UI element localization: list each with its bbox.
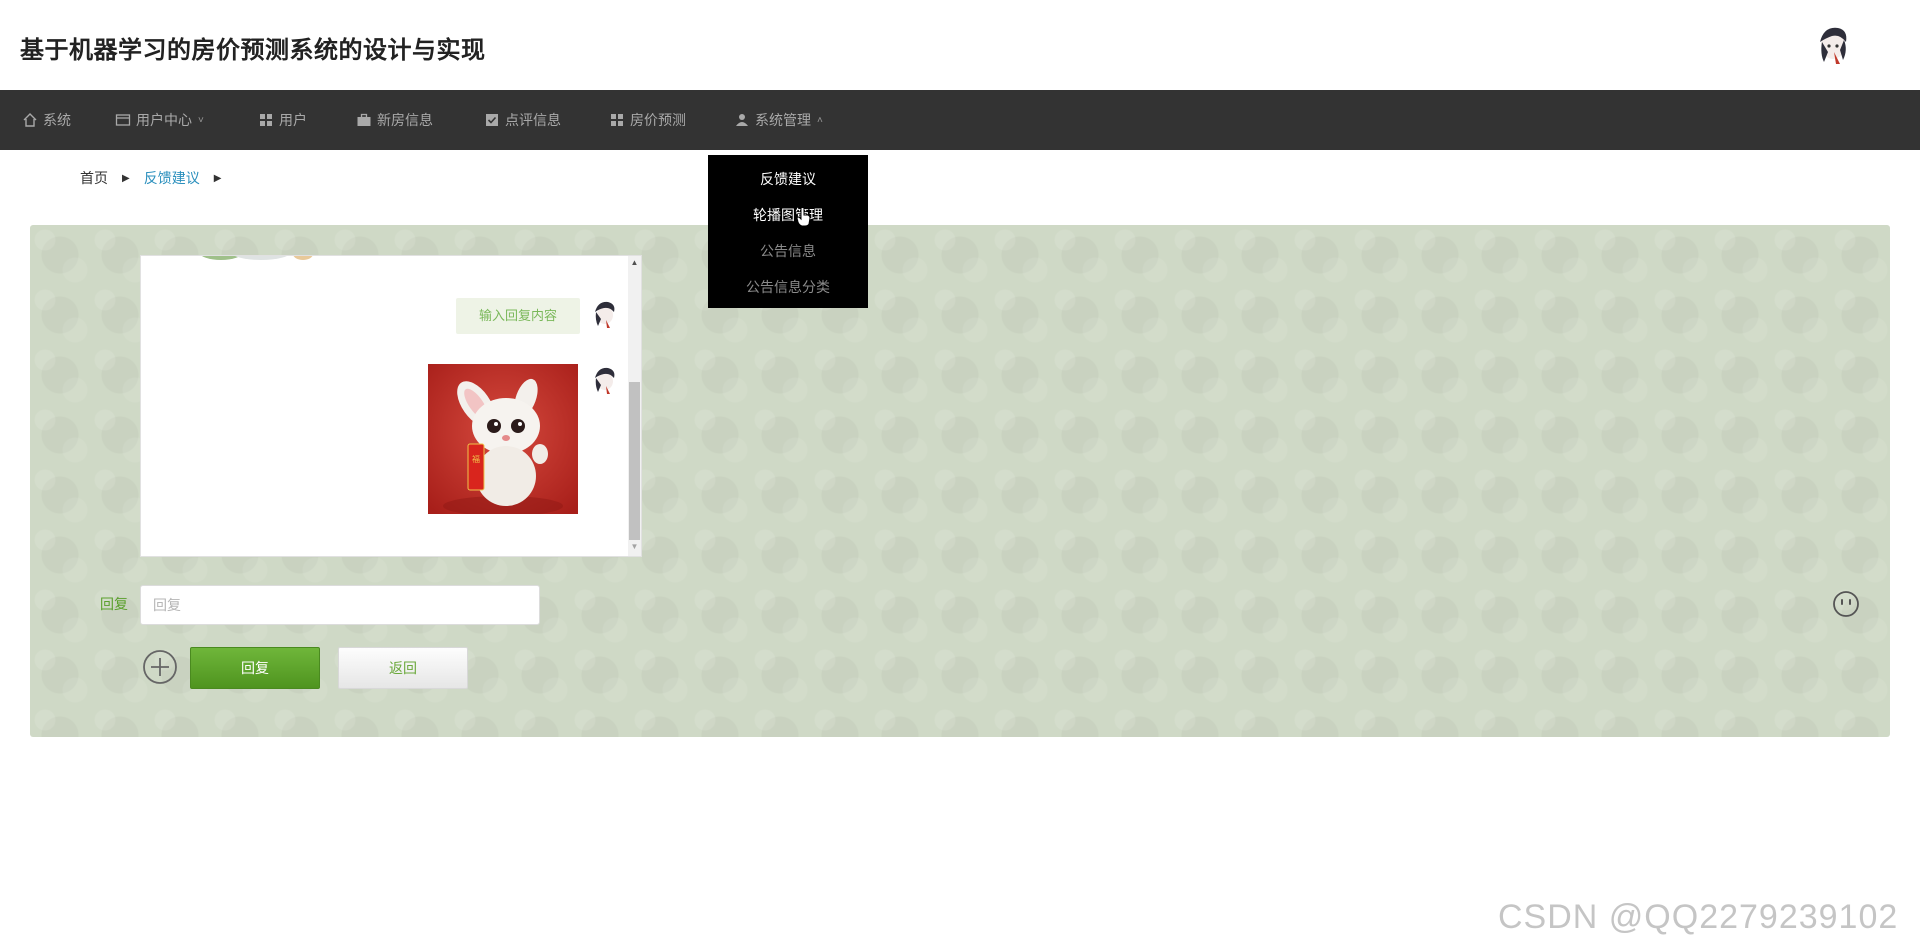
avatar-icon[interactable] xyxy=(1810,22,1856,68)
chevron-up-icon: ˄ xyxy=(817,114,823,126)
back-button[interactable]: 返回 xyxy=(338,647,468,689)
emoji-icon[interactable] xyxy=(1832,590,1860,618)
scroll-up-arrow-icon[interactable]: ▲ xyxy=(628,258,641,268)
grid-icon xyxy=(260,114,272,126)
user-icon xyxy=(736,114,748,126)
chat-message: 输入回复内容 xyxy=(456,298,580,334)
avatar-icon xyxy=(590,298,620,330)
decoration-image xyxy=(201,256,313,260)
chevron-down-icon: ˅ xyxy=(198,114,204,126)
window-icon xyxy=(115,114,131,126)
site-title: 基于机器学习的房价预测系统的设计与实现 xyxy=(20,37,486,64)
chat-scrollbar[interactable]: ▲ ▼ xyxy=(628,256,641,556)
svg-text:福: 福 xyxy=(472,455,480,464)
dropdown-item-carousel[interactable]: 轮播图管理 xyxy=(708,205,868,225)
nav-item-new-houses[interactable]: 新房信息 xyxy=(356,90,433,150)
dropdown-item-announcements[interactable]: 公告信息 xyxy=(708,241,868,261)
breadcrumb: 首页 ▶ 反馈建议 ▶ xyxy=(80,168,235,188)
nav-item-label: 新房信息 xyxy=(377,112,433,128)
nav-item-label: 用户中心 xyxy=(136,112,192,128)
chat-history[interactable]: 输入回复内容 福 ▲ ▼ xyxy=(140,255,642,557)
nav-item-reviews[interactable]: 点评信息 xyxy=(484,90,561,150)
nav-item-label: 系统 xyxy=(43,112,71,128)
chevron-right-icon: ▶ xyxy=(122,172,130,184)
check-square-icon xyxy=(486,114,498,126)
nav-item-label: 用户 xyxy=(279,112,307,128)
add-attachment-icon[interactable] xyxy=(142,649,178,685)
nav-item-label: 点评信息 xyxy=(505,112,561,128)
avatar-icon xyxy=(590,364,620,396)
briefcase-icon xyxy=(357,113,371,126)
hand-cursor-icon xyxy=(796,207,811,227)
nav-item-label: 系统管理 xyxy=(755,112,811,128)
reply-input[interactable] xyxy=(140,585,540,625)
dropdown-item-feedback[interactable]: 反馈建议 xyxy=(708,169,868,189)
reply-label: 回复 xyxy=(100,596,128,612)
nav-bar: 系统 用户中心 ˅ 用户 新房信息 点评信息 房价预测 系统管理 ˄ xyxy=(0,90,1920,150)
scrollbar-thumb[interactable] xyxy=(629,382,640,540)
feedback-panel: 输入回复内容 福 ▲ ▼ 回复 回复 回复 返回 xyxy=(30,225,1890,737)
nav-item-users[interactable]: 用户 xyxy=(258,90,307,150)
nav-item-system[interactable]: 系统 xyxy=(22,90,71,150)
header: 基于机器学习的房价预测系统的设计与实现 xyxy=(0,0,1920,90)
breadcrumb-current[interactable]: 反馈建议 xyxy=(144,168,200,188)
home-icon xyxy=(23,113,37,127)
chevron-right-icon: ▶ xyxy=(213,172,222,184)
nav-item-user-center[interactable]: 用户中心 ˅ xyxy=(115,90,204,150)
nav-item-price-prediction[interactable]: 房价预测 xyxy=(609,90,686,150)
nav-item-label: 房价预测 xyxy=(630,112,686,128)
breadcrumb-home[interactable]: 首页 xyxy=(80,168,108,188)
rabbit-image: 福 xyxy=(428,364,578,516)
system-management-dropdown: 反馈建议 轮播图管理 公告信息 公告信息分类 xyxy=(708,155,868,308)
nav-item-system-management[interactable]: 系统管理 ˄ xyxy=(734,90,823,150)
reply-button[interactable]: 回复 xyxy=(190,647,320,689)
watermark: CSDN @QQ2279239102 xyxy=(1498,898,1899,936)
grid-icon xyxy=(611,114,623,126)
dropdown-item-announcement-categories[interactable]: 公告信息分类 xyxy=(708,277,868,297)
scroll-down-arrow-icon[interactable]: ▼ xyxy=(628,542,641,552)
